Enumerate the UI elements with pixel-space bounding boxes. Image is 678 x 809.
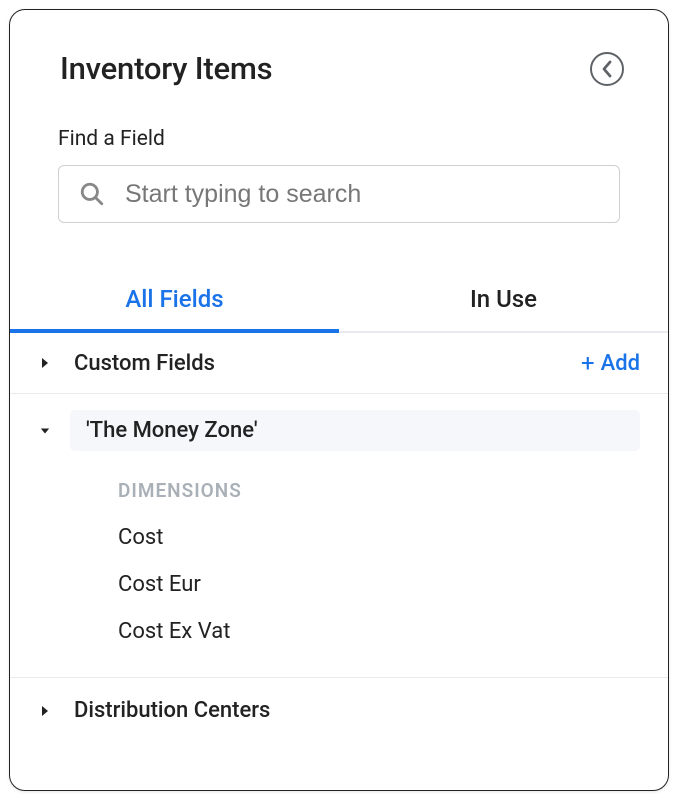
section-label: Distribution Centers — [74, 698, 640, 723]
field-picker-panel: Inventory Items Find a Field All Fields … — [9, 9, 669, 791]
search-section: Find a Field — [10, 127, 668, 223]
dimensions-heading: DIMENSIONS — [10, 463, 668, 514]
collapse-button[interactable] — [590, 52, 624, 86]
add-label: Add — [601, 351, 640, 376]
search-box[interactable] — [58, 165, 620, 223]
section-money-zone[interactable]: 'The Money Zone' — [10, 398, 668, 463]
section-label: Custom Fields — [74, 351, 581, 376]
search-icon — [79, 181, 105, 207]
plus-icon: + — [581, 349, 595, 377]
caret-right-icon — [38, 704, 52, 718]
tab-all-fields[interactable]: All Fields — [10, 269, 339, 331]
tabs: All Fields In Use — [10, 269, 668, 333]
search-label: Find a Field — [58, 127, 620, 151]
panel-header: Inventory Items — [10, 50, 668, 87]
chevron-left-icon — [601, 60, 613, 78]
caret-right-icon — [38, 356, 52, 370]
tab-in-use[interactable]: In Use — [339, 269, 668, 331]
group-title-wrap: 'The Money Zone' — [70, 410, 640, 451]
search-input[interactable] — [125, 180, 599, 209]
panel-title: Inventory Items — [60, 50, 272, 87]
dimension-item[interactable]: Cost Eur — [10, 561, 668, 608]
section-custom-fields[interactable]: Custom Fields + Add — [10, 333, 668, 394]
dimension-item[interactable]: Cost — [10, 514, 668, 561]
group-title: 'The Money Zone' — [86, 418, 258, 443]
section-distribution-centers[interactable]: Distribution Centers — [10, 677, 668, 739]
dimension-item[interactable]: Cost Ex Vat — [10, 608, 668, 655]
caret-down-icon — [38, 424, 52, 438]
add-custom-field-button[interactable]: + Add — [581, 349, 640, 377]
